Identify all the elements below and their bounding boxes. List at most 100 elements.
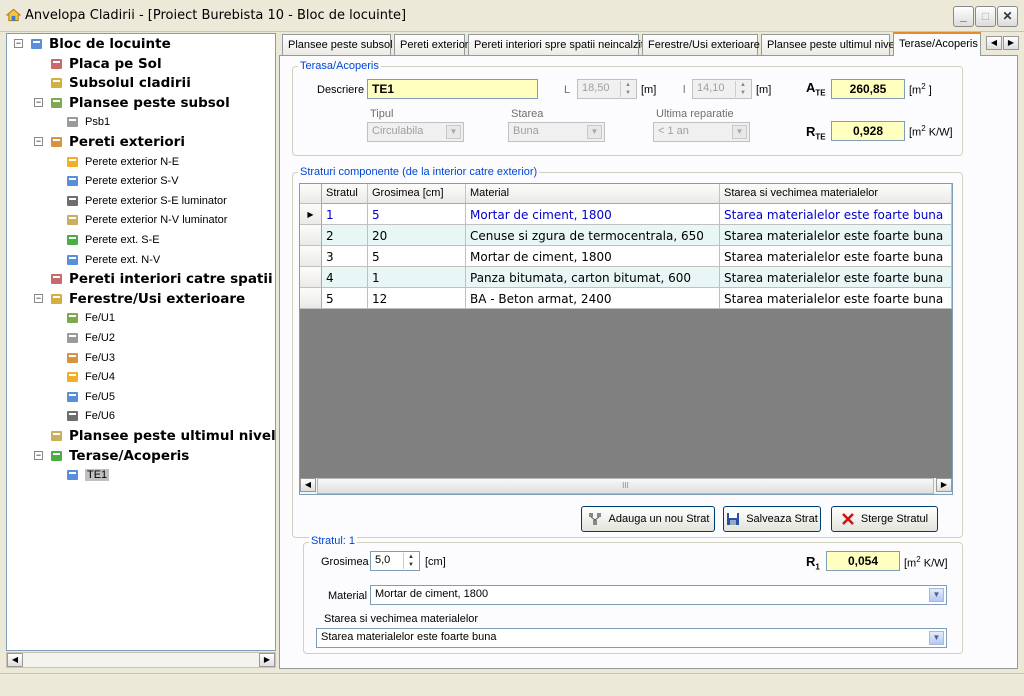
table-cell[interactable]: Mortar de ciment, 1800 (466, 246, 720, 267)
tree-node[interactable]: Fe/U1 (65, 309, 115, 327)
spin-arrows-icon[interactable]: ▲ ▼ (403, 553, 418, 569)
table-cell[interactable]: 12 (368, 288, 466, 309)
tree-node[interactable]: Fe/U5 (65, 388, 115, 406)
starea-select[interactable]: Buna ▼ (508, 122, 605, 142)
tab-next-icon[interactable]: ▶ (1003, 36, 1019, 50)
tree-node[interactable]: Fe/U6 (65, 407, 115, 425)
stratul-starea-select[interactable]: Starea materialelor este foarte buna ▼ (316, 628, 947, 648)
table-cell[interactable]: Cenuse si zgura de termocentrala, 650 (466, 225, 720, 246)
table-row[interactable]: 5 12 BA - Beton armat, 2400 Starea material… (300, 288, 952, 309)
tree-node[interactable]: Placa pe Sol (49, 55, 162, 73)
table-cell[interactable]: Starea materialelor este foarte buna (720, 267, 952, 288)
tab-pereti-exteriori[interactable]: Pereti exteriori (394, 34, 471, 55)
collapse-toggle-icon[interactable]: − (34, 293, 43, 303)
table-cell[interactable]: 2 (322, 225, 368, 246)
collapse-toggle-icon[interactable]: − (14, 39, 23, 48)
table-cell[interactable]: BA - Beton armat, 2400 (466, 288, 720, 309)
tree-node[interactable]: Perete ext. N-V (65, 251, 160, 269)
tree-node[interactable]: Fe/U4 (65, 368, 115, 386)
column-header[interactable]: Stratul (322, 184, 368, 204)
table-cell[interactable]: 5 (368, 246, 466, 267)
table-cell[interactable]: Starea materialelor este foarte buna (720, 204, 952, 225)
tree-node[interactable]: Subsolul cladirii (49, 74, 191, 92)
material-select[interactable]: Mortar de ciment, 1800 ▼ (370, 585, 947, 605)
row-header[interactable] (300, 225, 322, 246)
table-cell[interactable]: 1 (322, 204, 368, 225)
ultima-reparatie-select[interactable]: < 1 an ▼ (653, 122, 750, 142)
scroll-thumb[interactable]: III (317, 478, 934, 494)
table-cell[interactable]: Mortar de ciment, 1800 (466, 204, 720, 225)
collapse-toggle-icon[interactable]: − (34, 97, 43, 107)
tab-pereti-interiori-spre-spatii-neincalzite[interactable]: Pereti interiori spre spatii neincalzite (468, 34, 650, 55)
table-cell[interactable]: 20 (368, 225, 466, 246)
chevron-down-icon[interactable]: ▼ (929, 588, 944, 602)
scroll-right-icon[interactable]: ▶ (936, 478, 952, 492)
tree-node[interactable]: Psb1 (65, 113, 110, 131)
tree-node[interactable]: Fe/U3 (65, 349, 115, 367)
collapse-toggle-icon[interactable]: − (34, 450, 43, 460)
column-header[interactable]: Starea si vechimea materialelor (720, 184, 952, 204)
tree-node[interactable]: Plansee peste subsol (49, 94, 230, 112)
tab-plansee-peste-ultimul-nivel[interactable]: Plansee peste ultimul nivel (761, 34, 897, 55)
tree-node[interactable]: Terase/Acoperis (49, 447, 189, 465)
tree-node[interactable]: Perete exterior S-V (65, 172, 179, 190)
table-cell[interactable]: 4 (322, 267, 368, 288)
tipul-select[interactable]: Circulabila ▼ (367, 122, 464, 142)
column-header[interactable]: Grosimea [cm] (368, 184, 466, 204)
row-header[interactable] (300, 267, 322, 288)
chevron-down-icon[interactable]: ▼ (587, 125, 602, 139)
chevron-down-icon[interactable]: ▼ (732, 125, 747, 139)
add-layer-button[interactable]: Adauga un nou Strat (581, 506, 715, 532)
row-header[interactable] (300, 246, 322, 267)
tab-terase-acoperis[interactable]: Terase/Acoperis (893, 32, 981, 56)
table-cell[interactable]: Starea materialelor este foarte buna (720, 246, 952, 267)
tree-node[interactable]: Fe/U2 (65, 329, 115, 347)
table-cell[interactable]: Starea materialelor este foarte buna (720, 288, 952, 309)
project-tree[interactable]: Bloc de locuinte − Placa pe Sol Subsolul cl… (6, 33, 276, 651)
table-row[interactable]: 2 20 Cenuse si zgura de termocentrala, 650… (300, 225, 952, 246)
table-cell[interactable]: 5 (368, 204, 466, 225)
column-header[interactable]: Material (466, 184, 720, 204)
table-row[interactable]: 4 1 Panza bitumata, carton bitumat, 600 Sta… (300, 267, 952, 288)
close-button[interactable]: ✕ (997, 6, 1018, 27)
grid-horizontal-scrollbar[interactable]: ◀ III ▶ (300, 478, 952, 494)
descriere-input[interactable]: TE1 (367, 79, 538, 99)
collapse-toggle-icon[interactable]: − (34, 137, 43, 146)
tree-horizontal-scrollbar[interactable]: ◀ ▶ (6, 652, 276, 668)
tree-node[interactable]: Pereti exteriori (49, 133, 185, 151)
tree-node[interactable]: Ferestre/Usi exterioare (49, 290, 245, 308)
table-row[interactable]: ▶ 1 5 Mortar de ciment, 1800 Starea material… (300, 204, 952, 225)
grosimea-stepper[interactable]: 5,0 ▲ ▼ (370, 551, 420, 571)
spin-arrows-icon[interactable]: ▲ ▼ (620, 81, 635, 97)
spin-arrows-icon[interactable]: ▲ ▼ (735, 81, 750, 97)
tree-node[interactable]: Perete exterior N-V luminator (65, 211, 227, 229)
tree-node[interactable]: Perete exterior N-E (65, 153, 179, 171)
tree-node[interactable]: Bloc de locuinte (29, 35, 171, 53)
scroll-left-icon[interactable]: ◀ (300, 478, 316, 492)
layers-grid[interactable]: Stratul Grosimea [cm] Material Starea si ve… (299, 183, 953, 495)
chevron-down-icon[interactable]: ▼ (929, 631, 944, 645)
scroll-right-icon[interactable]: ▶ (259, 653, 275, 667)
minimize-button[interactable]: _ (953, 6, 974, 27)
table-cell[interactable]: 1 (368, 267, 466, 288)
tree-node[interactable]: Plansee peste ultimul nivel (49, 427, 275, 445)
row-header[interactable] (300, 288, 322, 309)
save-layer-button[interactable]: Salveaza Strat (723, 506, 821, 532)
current-row-arrow-icon[interactable]: ▶ (300, 204, 322, 225)
table-cell[interactable]: 3 (322, 246, 368, 267)
scroll-left-icon[interactable]: ◀ (7, 653, 23, 667)
tab-plansee-peste-subsol[interactable]: Plansee peste subsol (282, 34, 393, 55)
table-cell[interactable]: Starea materialelor este foarte buna (720, 225, 952, 246)
l-stepper[interactable]: 14,10 ▲ ▼ (692, 79, 752, 99)
table-cell[interactable]: Panza bitumata, carton bitumat, 600 (466, 267, 720, 288)
tab-prev-icon[interactable]: ◀ (986, 36, 1002, 50)
maximize-button[interactable]: □ (975, 6, 996, 27)
tab-ferestre-usi-exterioare[interactable]: Ferestre/Usi exterioare (642, 34, 760, 55)
chevron-down-icon[interactable]: ▼ (446, 125, 461, 139)
delete-layer-button[interactable]: Sterge Stratul (831, 506, 938, 532)
table-row[interactable]: 3 5 Mortar de ciment, 1800 Starea materiale… (300, 246, 952, 267)
tree-node[interactable]: Perete exterior S-E luminator (65, 192, 227, 210)
tree-node[interactable]: Perete ext. S-E (65, 231, 160, 249)
table-cell[interactable]: 5 (322, 288, 368, 309)
L-stepper[interactable]: 18,50 ▲ ▼ (577, 79, 637, 99)
